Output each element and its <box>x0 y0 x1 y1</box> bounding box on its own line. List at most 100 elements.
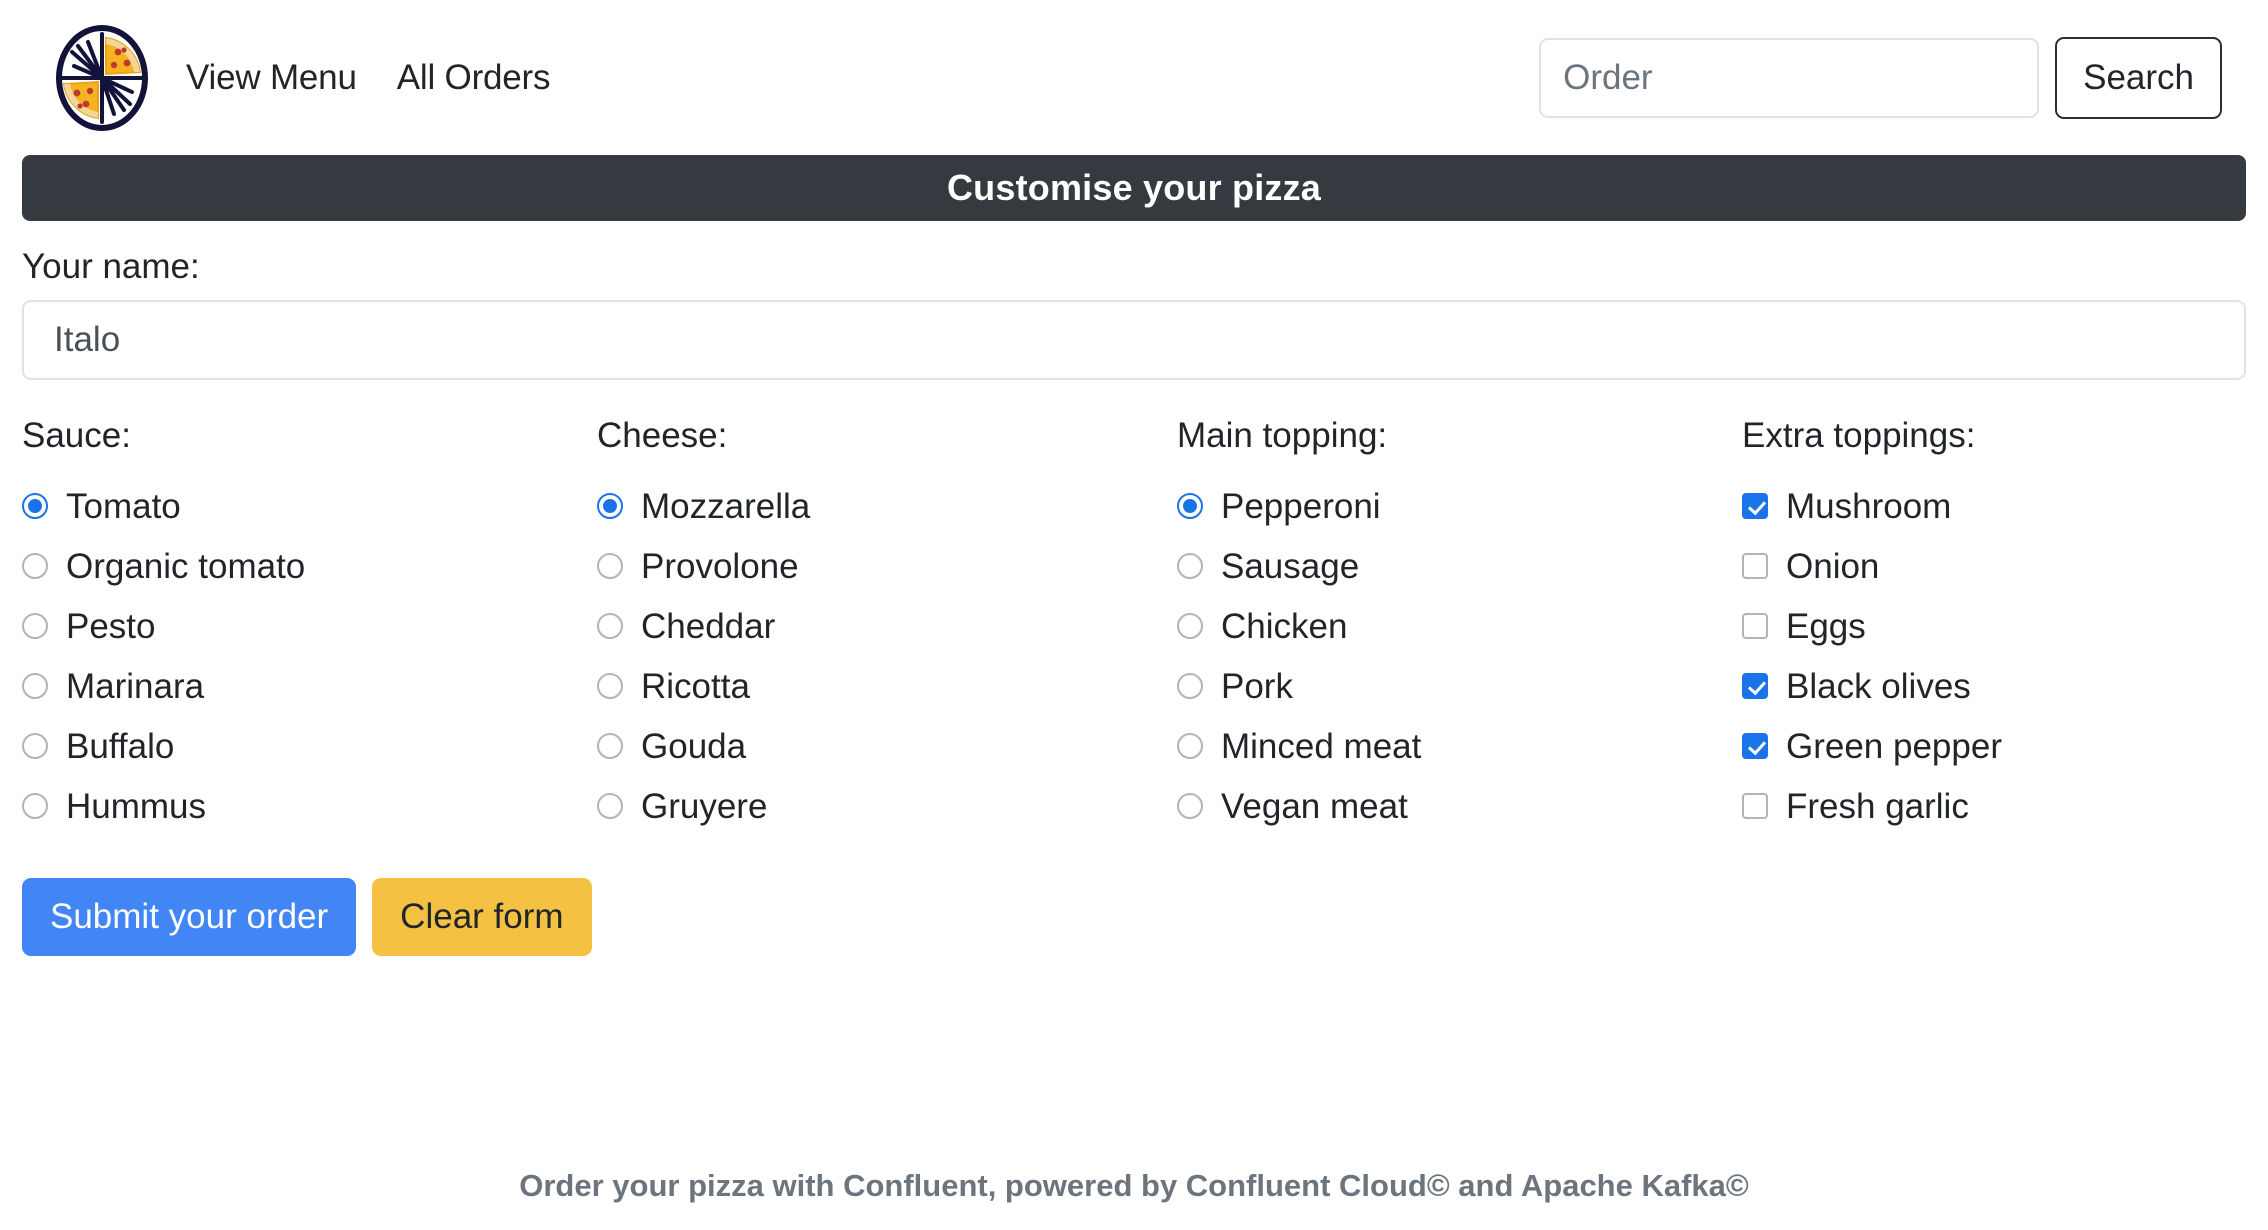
search-form: Search <box>1539 36 2244 119</box>
checkbox-extra-onion[interactable] <box>1742 553 1768 579</box>
option-row[interactable]: Minced meat <box>1177 716 1742 776</box>
search-button[interactable]: Search <box>2055 36 2222 119</box>
radio-main-sausage[interactable] <box>1177 553 1203 579</box>
option-label: Tomato <box>66 486 181 526</box>
option-label: Marinara <box>66 666 205 706</box>
option-label: Provolone <box>641 546 799 586</box>
pizza-order-page: View Menu All Orders Search Customise yo… <box>0 0 2268 1230</box>
option-label: Vegan meat <box>1221 786 1408 826</box>
group-title-cheese: Cheese: <box>597 416 728 455</box>
checkbox-extra-eggs[interactable] <box>1742 613 1768 639</box>
option-row[interactable]: Hummus <box>22 776 597 836</box>
radio-cheese-gruyere[interactable] <box>597 793 623 819</box>
option-label: Ricotta <box>641 666 750 706</box>
radio-cheese-cheddar[interactable] <box>597 613 623 639</box>
radio-main-chicken[interactable] <box>1177 613 1203 639</box>
option-row[interactable]: Pepperoni <box>1177 476 1742 536</box>
group-title-main-topping: Main topping: <box>1177 416 1388 455</box>
option-label: Eggs <box>1786 606 1866 646</box>
checkbox-extra-mushroom[interactable] <box>1742 493 1768 519</box>
radio-sauce-buffalo[interactable] <box>22 733 48 759</box>
radio-main-minced-meat[interactable] <box>1177 733 1203 759</box>
option-row[interactable]: Cheddar <box>597 596 1177 656</box>
option-row[interactable]: Sausage <box>1177 536 1742 596</box>
option-label: Minced meat <box>1221 726 1422 766</box>
radio-cheese-ricotta[interactable] <box>597 673 623 699</box>
option-row[interactable]: Gouda <box>597 716 1177 776</box>
radio-sauce-organic-tomato[interactable] <box>22 553 48 579</box>
option-label: Pepperoni <box>1221 486 1381 526</box>
radio-main-vegan-meat[interactable] <box>1177 793 1203 819</box>
checkbox-extra-black-olives[interactable] <box>1742 673 1768 699</box>
option-label: Chicken <box>1221 606 1348 646</box>
name-input[interactable] <box>22 300 2246 380</box>
option-label: Cheddar <box>641 606 776 646</box>
page-title: Customise your pizza <box>946 167 1322 208</box>
submit-order-button[interactable]: Submit your order <box>22 878 357 956</box>
group-title-extra-toppings: Extra toppings: <box>1742 416 1976 455</box>
option-row[interactable]: Pesto <box>22 596 597 656</box>
option-row[interactable]: Vegan meat <box>1177 776 1742 836</box>
footer-text: Order your pizza with Confluent, powered… <box>519 1168 1749 1203</box>
checkbox-extra-fresh-garlic[interactable] <box>1742 793 1768 819</box>
radio-cheese-gouda[interactable] <box>597 733 623 759</box>
option-row[interactable]: Fresh garlic <box>1742 776 2268 836</box>
radio-sauce-pesto[interactable] <box>22 613 48 639</box>
pizza-logo-icon[interactable] <box>50 22 154 134</box>
option-label: Pesto <box>66 606 156 646</box>
option-row[interactable]: Eggs <box>1742 596 2268 656</box>
option-row[interactable]: Provolone <box>597 536 1177 596</box>
radio-sauce-hummus[interactable] <box>22 793 48 819</box>
option-label: Organic tomato <box>66 546 306 586</box>
nav-links: View Menu All Orders <box>186 58 551 98</box>
option-row[interactable]: Mozzarella <box>597 476 1177 536</box>
option-label: Fresh garlic <box>1786 786 1969 826</box>
option-row[interactable]: Tomato <box>22 476 597 536</box>
option-row[interactable]: Green pepper <box>1742 716 2268 776</box>
option-label: Pork <box>1221 666 1293 706</box>
radio-main-pepperoni[interactable] <box>1177 493 1203 519</box>
option-row[interactable]: Buffalo <box>22 716 597 776</box>
page-footer: Order your pizza with Confluent, powered… <box>0 1168 2268 1204</box>
nav-link-all-orders[interactable]: All Orders <box>397 58 551 98</box>
order-form: Your name: Sauce: Tomato Organic tomato … <box>0 247 2268 956</box>
group-cheese: Cheese: Mozzarella Provolone Cheddar Ric… <box>597 416 1177 836</box>
option-row[interactable]: Onion <box>1742 536 2268 596</box>
option-label: Mushroom <box>1786 486 1952 526</box>
options-columns: Sauce: Tomato Organic tomato Pesto Marin… <box>22 416 2246 836</box>
page-title-banner: Customise your pizza <box>22 155 2246 221</box>
option-row[interactable]: Ricotta <box>597 656 1177 716</box>
option-row[interactable]: Black olives <box>1742 656 2268 716</box>
top-navbar: View Menu All Orders Search <box>0 0 2268 155</box>
radio-main-pork[interactable] <box>1177 673 1203 699</box>
option-row[interactable]: Marinara <box>22 656 597 716</box>
radio-cheese-mozzarella[interactable] <box>597 493 623 519</box>
option-label: Gouda <box>641 726 747 766</box>
option-label: Black olives <box>1786 666 1971 706</box>
group-title-sauce: Sauce: <box>22 416 131 455</box>
option-row[interactable]: Pork <box>1177 656 1742 716</box>
option-row[interactable]: Gruyere <box>597 776 1177 836</box>
checkbox-extra-green-pepper[interactable] <box>1742 733 1768 759</box>
option-label: Sausage <box>1221 546 1360 586</box>
group-extra-toppings: Extra toppings: Mushroom Onion Eggs Blac… <box>1742 416 2268 836</box>
name-field-label: Your name: <box>22 247 200 286</box>
group-main-topping: Main topping: Pepperoni Sausage Chicken … <box>1177 416 1742 836</box>
option-row[interactable]: Mushroom <box>1742 476 2268 536</box>
radio-sauce-tomato[interactable] <box>22 493 48 519</box>
search-input[interactable] <box>1539 37 2040 118</box>
form-actions: Submit your order Clear form <box>22 878 2246 956</box>
clear-form-button[interactable]: Clear form <box>372 878 592 956</box>
option-row[interactable]: Organic tomato <box>22 536 597 596</box>
option-row[interactable]: Chicken <box>1177 596 1742 656</box>
option-label: Gruyere <box>641 786 768 826</box>
radio-sauce-marinara[interactable] <box>22 673 48 699</box>
option-label: Hummus <box>66 786 207 826</box>
radio-cheese-provolone[interactable] <box>597 553 623 579</box>
option-label: Buffalo <box>66 726 175 766</box>
option-label: Green pepper <box>1786 726 2002 766</box>
option-label: Mozzarella <box>641 486 811 526</box>
group-sauce: Sauce: Tomato Organic tomato Pesto Marin… <box>22 416 597 836</box>
option-label: Onion <box>1786 546 1880 586</box>
nav-link-view-menu[interactable]: View Menu <box>186 58 357 98</box>
